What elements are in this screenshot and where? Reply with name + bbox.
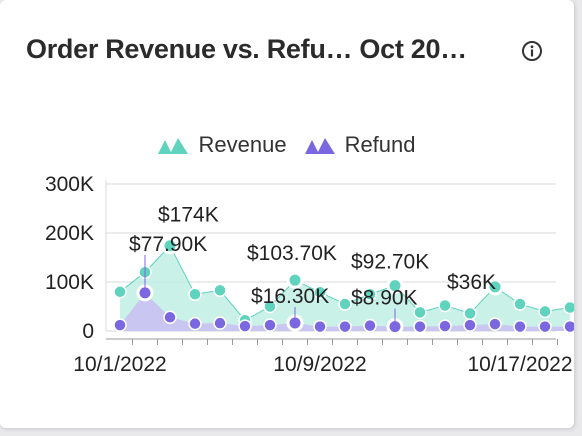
data-label: $174K: [158, 204, 219, 227]
chart-plot: 0 100K 200K 300K $174K $77.90K $103.70K $16.30K…: [45, 173, 574, 376]
revenue-point: [563, 300, 574, 315]
refund-point: [563, 319, 574, 334]
revenue-point: [188, 287, 202, 301]
revenue-point: [213, 283, 227, 298]
data-label: $8.90K: [351, 287, 418, 310]
revenue-point: [113, 285, 127, 299]
y-tick-label: 200K: [45, 222, 94, 245]
x-tick-label: 10/9/2022: [273, 353, 366, 376]
refund-point: [263, 318, 277, 332]
refund-point: [188, 316, 202, 331]
y-tick-label: 100K: [45, 271, 94, 294]
revenue-point: [463, 306, 477, 321]
refund-point: [513, 319, 527, 334]
chart-card: Order Revenue vs. Refu… Oct 20… Revenue …: [0, 0, 574, 428]
refund-point: [463, 318, 477, 332]
y-tick-label: 300K: [45, 173, 94, 196]
x-tick-label: 10/17/2022: [467, 353, 572, 376]
revenue-point: [438, 298, 452, 313]
refund-point: [363, 318, 377, 333]
refund-point: [488, 317, 502, 331]
y-tick-label: 0: [82, 320, 94, 343]
refund-point: [413, 319, 427, 334]
refund-point: [213, 316, 227, 330]
refund-point: [113, 318, 127, 332]
refund-point: [163, 310, 177, 325]
refund-point: [538, 319, 552, 334]
refund-point: [238, 319, 252, 333]
data-label: $16.30K: [251, 285, 329, 308]
data-label: $92.70K: [351, 251, 429, 274]
revenue-point: [338, 297, 352, 311]
data-label: $36K: [447, 271, 496, 294]
refund-point: [438, 319, 452, 333]
data-label: $77.90K: [129, 233, 207, 256]
x-tick-label: 10/1/2022: [73, 353, 166, 376]
refund-point: [313, 319, 327, 334]
data-label: $103.70K: [247, 242, 337, 265]
revenue-point: [513, 297, 527, 311]
revenue-point: [538, 304, 552, 319]
refund-point: [338, 319, 352, 334]
